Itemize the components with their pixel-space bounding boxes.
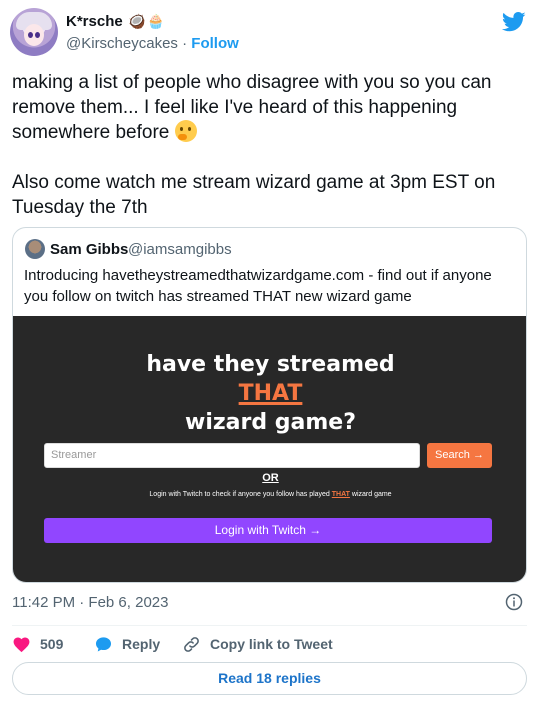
read-replies-button[interactable]: Read 18 replies <box>12 662 527 695</box>
tweet-timestamp[interactable]: 11:42 PM · Feb 6, 2023 <box>12 594 168 611</box>
preview-login-note: Login with Twitch to check if anyone you… <box>13 491 526 498</box>
separator-dot: · <box>182 35 188 52</box>
divider <box>12 625 527 626</box>
twitter-bird-icon[interactable] <box>502 12 526 32</box>
preview-headline: have they streamed THAT wizard game? <box>13 350 526 437</box>
link-icon <box>184 636 199 652</box>
avatar-face <box>24 24 44 46</box>
preview-note-accent: THAT <box>331 491 350 498</box>
quoted-media-preview[interactable]: have they streamed THAT wizard game? Str… <box>13 316 526 582</box>
like-count: 509 <box>40 636 64 652</box>
reply-label: Reply <box>122 636 161 652</box>
preview-note-text: Login with Twitch to check if anyone you… <box>149 491 330 498</box>
quoted-author-handle: @iamsamgibbs <box>128 241 232 258</box>
info-icon[interactable] <box>505 593 523 611</box>
preview-search-button: Search → <box>427 443 492 468</box>
avatar-eye <box>28 32 33 38</box>
author-avatar[interactable] <box>10 8 58 56</box>
preview-headline-accent: THAT <box>238 381 303 406</box>
author-handle[interactable]: @Kirscheycakes <box>66 35 178 52</box>
tweet-line-1: making a list of people who disagree wit… <box>12 72 492 143</box>
copy-link-label: Copy link to Tweet <box>210 636 333 652</box>
preview-streamer-input: Streamer <box>44 443 420 468</box>
quoted-author-avatar <box>25 239 45 259</box>
quoted-author-name: Sam Gibbs <box>50 241 129 258</box>
copy-link-button[interactable]: Copy link to Tweet <box>182 633 333 655</box>
preview-or-label: OR <box>262 472 279 484</box>
preview-headline-line-1: have they streamed <box>146 352 395 377</box>
like-button[interactable]: 509 <box>12 633 63 655</box>
preview-headline-line-2: wizard game? <box>185 410 356 435</box>
tweet-line-2: Also come watch me stream wizard game at… <box>12 172 496 218</box>
thinking-face-icon <box>174 120 197 142</box>
coconut-emoji: 🥥 <box>128 13 146 29</box>
author-handle-line: @Kirscheycakes · Follow <box>66 35 239 52</box>
preview-login-button: Login with Twitch → <box>44 518 492 543</box>
preview-note-tail: wizard game <box>351 491 392 498</box>
tweet-text: making a list of people who disagree wit… <box>12 70 527 220</box>
heart-icon <box>13 637 30 652</box>
author-name[interactable]: K*rsche <box>66 13 123 30</box>
cupcake-emoji: 🧁 <box>147 13 165 29</box>
reply-button[interactable]: Reply <box>94 633 160 655</box>
reply-bubble-icon <box>95 636 112 651</box>
quoted-tweet-card[interactable]: Sam Gibbs @iamsamgibbs Introducing havet… <box>12 227 527 583</box>
avatar-eye <box>35 32 40 38</box>
follow-link[interactable]: Follow <box>191 35 239 52</box>
quoted-tweet-text: Introducing havetheystreamedthatwizardga… <box>24 267 492 305</box>
